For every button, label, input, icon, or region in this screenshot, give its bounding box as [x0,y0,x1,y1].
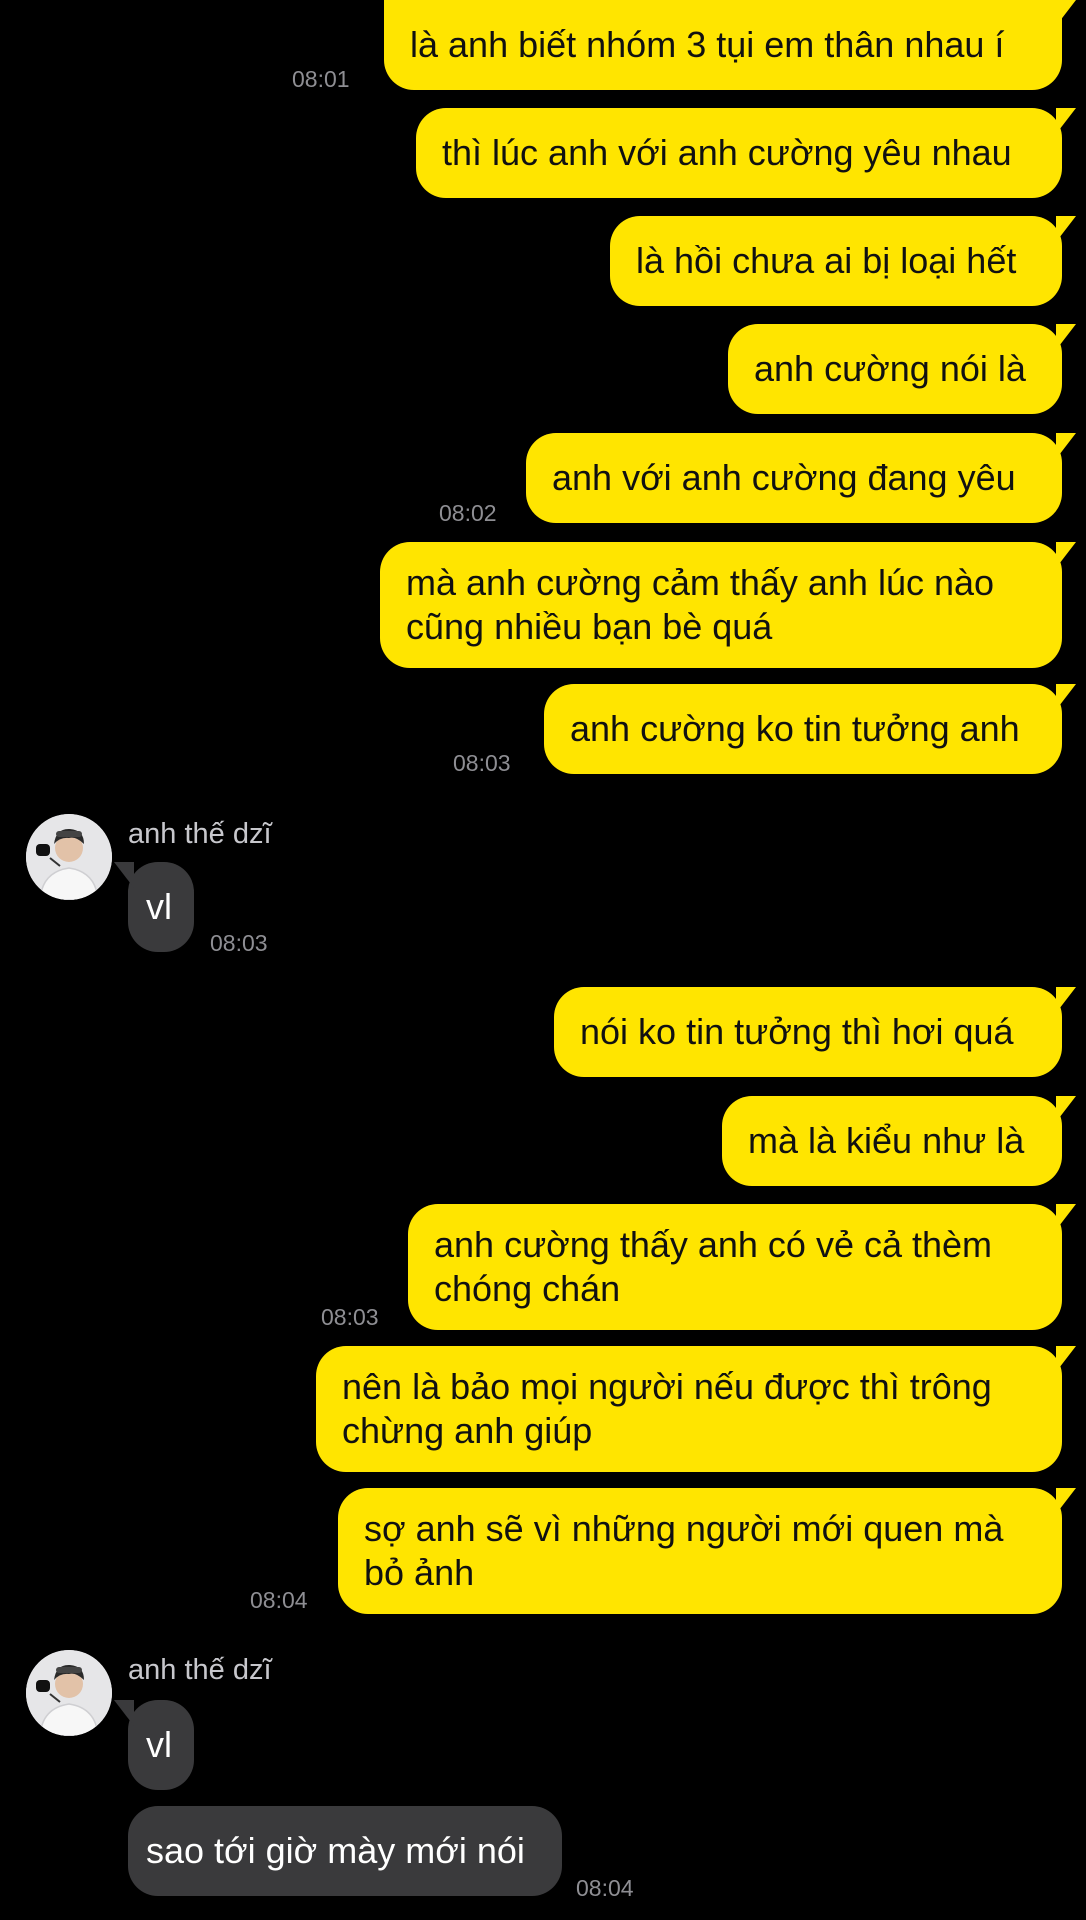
outgoing-message-bubble[interactable]: sợ anh sẽ vì những người mới quen mà bỏ … [338,1488,1076,1614]
outgoing-message-bubble[interactable]: anh với anh cường đang yêu [526,433,1076,523]
message-text: mà anh cường cảm thấy anh lúc nào cũng n… [406,562,995,647]
incoming-message-bubble[interactable]: vl [114,1700,194,1790]
outgoing-message-bubble[interactable]: nên là bảo mọi người nếu được thì trông … [316,1346,1076,1472]
sender-name: anh thế dzĩ [128,1654,272,1686]
outgoing-message-bubble[interactable]: thì lúc anh với anh cường yêu nhau [416,108,1076,198]
message-timestamp: 08:04 [250,1587,308,1613]
outgoing-message-bubble[interactable]: nói ko tin tưởng thì hơi quá [554,987,1076,1077]
incoming-message-bubble[interactable]: vl [114,862,194,952]
outgoing-message-bubble[interactable]: anh cường ko tin tưởng anh [544,684,1076,774]
avatar-photo-icon [26,1650,112,1736]
outgoing-message-bubble[interactable]: mà là kiểu như là [722,1096,1076,1186]
message-text: anh với anh cường đang yêu [552,457,1016,498]
outgoing-message-bubble[interactable]: mà anh cường cảm thấy anh lúc nào cũng n… [380,542,1076,668]
message-text: sao tới giờ mày mới nói [146,1830,525,1871]
contact-avatar[interactable] [26,814,112,900]
contact-avatar[interactable] [26,1650,112,1736]
outgoing-message-bubble[interactable]: anh cường nói là [728,324,1076,414]
message-text: anh cường ko tin tưởng anh [570,708,1020,749]
message-timestamp: 08:03 [321,1304,379,1330]
sender-name: anh thế dzĩ [128,818,272,850]
message-timestamp: 08:01 [292,66,350,92]
outgoing-message-bubble[interactable]: anh cường thấy anh có vẻ cả thèm chóng c… [408,1204,1076,1330]
message-text: nói ko tin tưởng thì hơi quá [580,1011,1014,1052]
outgoing-message-bubble[interactable]: là hồi chưa ai bị loại hết [610,216,1076,306]
message-timestamp: 08:03 [210,930,268,956]
message-text: nên là bảo mọi người nếu được thì trông … [342,1366,992,1451]
message-timestamp: 08:03 [453,750,511,776]
message-text: vl [146,886,172,927]
message-text: là hồi chưa ai bị loại hết [636,240,1017,281]
message-text: anh cường thấy anh có vẻ cả thèm chóng c… [434,1224,993,1309]
message-text: là anh biết nhóm 3 tụi em thân nhau í [410,24,1005,65]
message-timestamp: 08:04 [576,1875,634,1901]
message-text: sợ anh sẽ vì những người mới quen mà bỏ … [364,1508,1004,1593]
message-text: thì lúc anh với anh cường yêu nhau [442,132,1012,173]
outgoing-message-bubble[interactable]: là anh biết nhóm 3 tụi em thân nhau í [384,0,1076,90]
message-text: anh cường nói là [754,348,1026,389]
message-timestamp: 08:02 [439,500,497,526]
message-text: mà là kiểu như là [748,1120,1025,1161]
incoming-message-bubble[interactable]: sao tới giờ mày mới nói [128,1806,562,1896]
message-text: vl [146,1724,172,1765]
avatar-photo-icon [26,814,112,900]
